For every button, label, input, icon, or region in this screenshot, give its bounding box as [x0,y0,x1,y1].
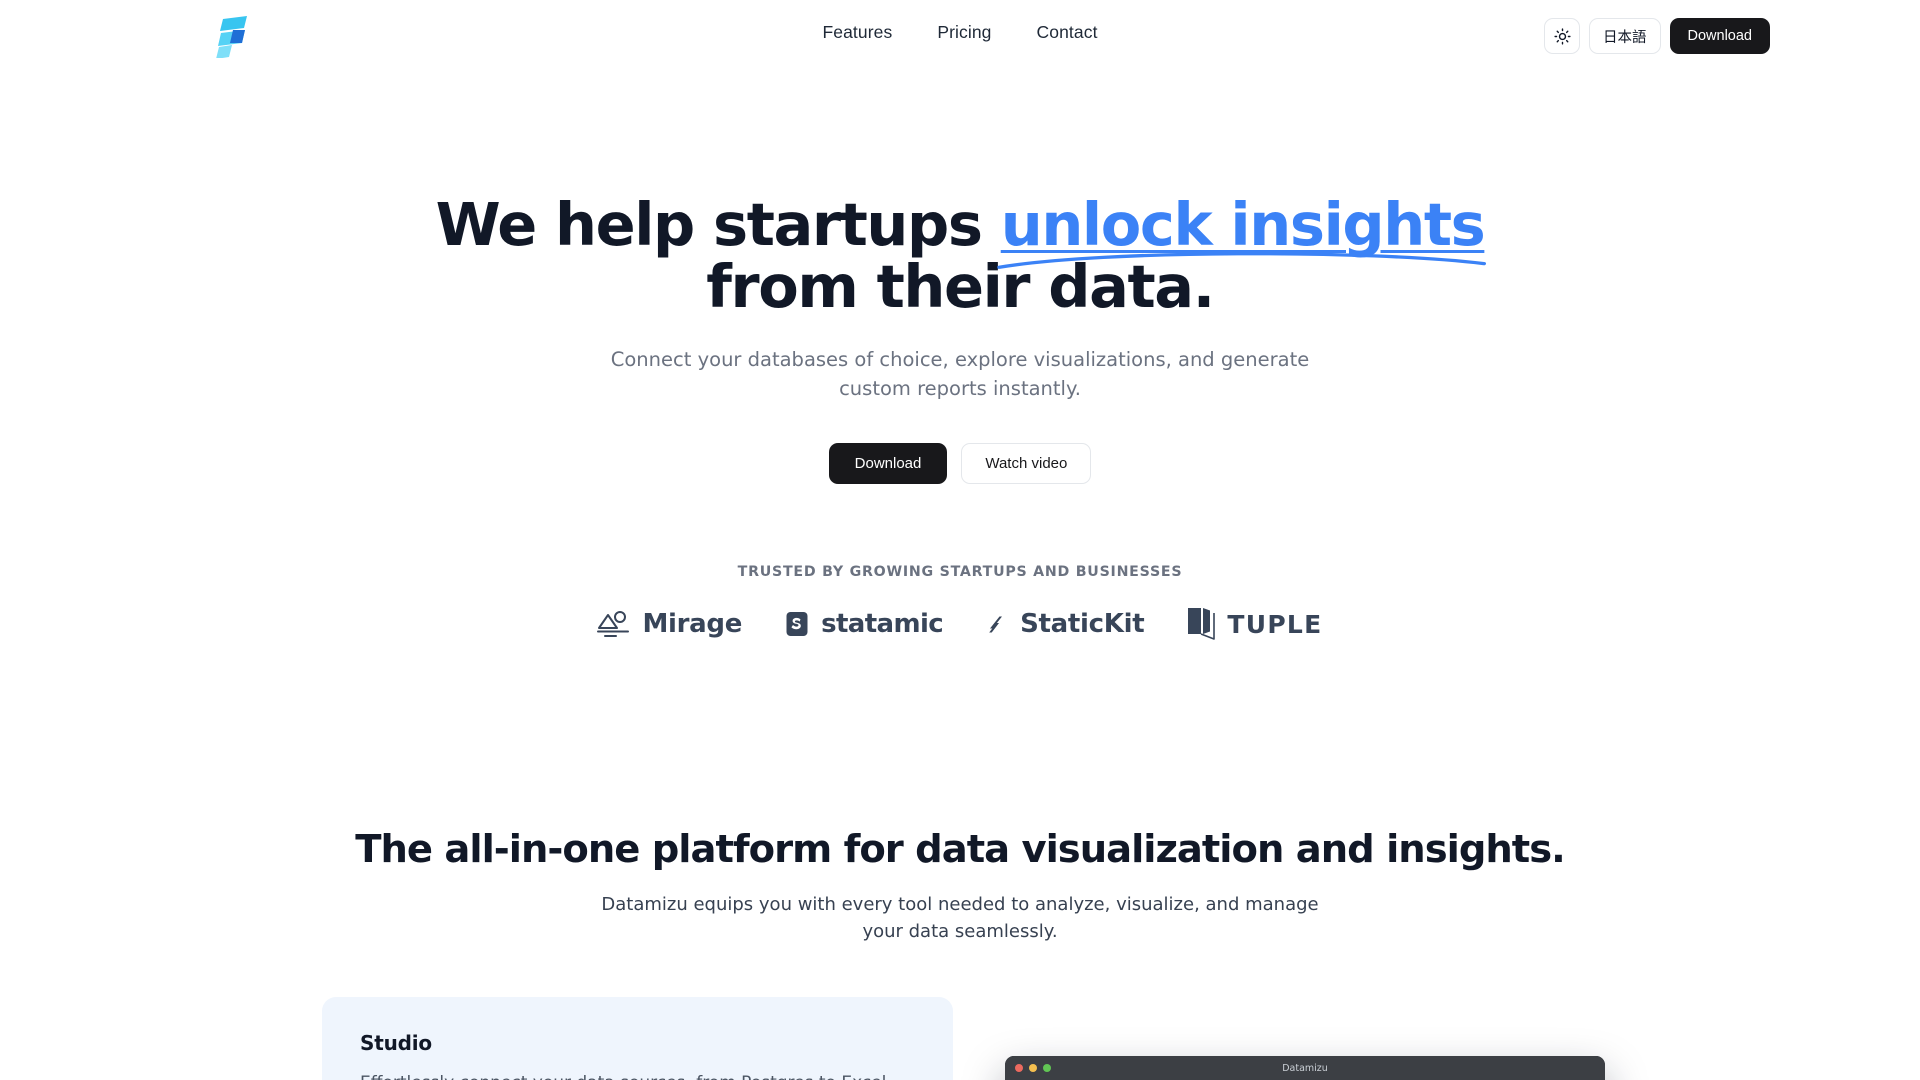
hero-cta-group: Download Watch video [0,443,1920,484]
partner-logo-statamic: statamic [784,609,944,639]
sun-icon [1553,27,1571,45]
hero-headline-highlight-wrap: unlock insights [996,194,1486,269]
partner-logo-row: Mirage statamic StaticKit TUPLE [0,606,1920,642]
trusted-by-label: TRUSTED BY GROWING STARTUPS AND BUSINESS… [737,564,1183,580]
feature-card-description: Effortlessly connect your data sources, … [360,1070,913,1080]
language-switch-button[interactable]: 日本語 [1589,18,1661,54]
app-preview-window-title: Datamizu [1282,1062,1328,1074]
window-traffic-lights [1015,1064,1051,1072]
header-download-button[interactable]: Download [1669,18,1770,54]
partner-logo-statamic-label: statamic [821,609,944,639]
partner-logo-tuple-label: TUPLE [1227,609,1323,639]
features-title: The all-in-one platform for data visuali… [355,827,1566,872]
datamizu-logo[interactable] [213,14,255,59]
nav-link-features[interactable]: Features [822,22,892,43]
hero-watch-video-button[interactable]: Watch video [961,443,1092,484]
showcase-section: Studio Effortlessly connect your data so… [0,997,1920,1080]
app-preview-titlebar: Datamizu [1005,1056,1605,1080]
partner-logo-tuple: TUPLE [1186,606,1322,642]
mountain-sun-icon [597,611,630,637]
statickit-slashes-icon [989,616,1003,633]
features-subtitle: Datamizu equips you with every tool need… [601,894,1319,942]
tuple-door-icon [1188,608,1216,640]
partner-logo-statickit-label: StaticKit [1020,609,1145,639]
app-preview-window: Datamizu [1005,1056,1605,1080]
trusted-by-section: TRUSTED BY GROWING STARTUPS AND BUSINESS… [0,564,1920,642]
window-maximize-icon[interactable] [1043,1064,1051,1072]
hero-section: We help startups unlock insights from th… [0,72,1920,642]
primary-nav: Features Pricing Contact [822,22,1097,43]
nav-link-contact[interactable]: Contact [1037,22,1098,43]
hero-headline-highlight: unlock insights [1000,190,1486,259]
hero-download-button[interactable]: Download [828,443,948,484]
window-minimize-icon[interactable] [1029,1064,1037,1072]
statamic-s-icon [786,612,808,636]
partner-logo-mirage: Mirage [597,609,742,639]
partner-logo-mirage-label: Mirage [642,609,743,639]
hero-subtitle: Connect your databases of choice, explor… [610,348,1310,400]
feature-card-title: Studio [360,1031,432,1055]
header-actions: 日本語 Download [1544,18,1770,54]
datamizu-logo-icon [216,16,247,59]
window-close-icon[interactable] [1015,1064,1023,1072]
nav-link-pricing[interactable]: Pricing [937,22,991,43]
feature-card-studio[interactable]: Studio Effortlessly connect your data so… [322,997,953,1080]
theme-toggle-button[interactable] [1544,18,1580,54]
site-header: Features Pricing Contact 日本語 Download [0,0,1920,72]
hero-headline-lead: We help startups [435,190,1001,259]
hero-headline: We help startups unlock insights from th… [370,194,1550,318]
partner-logo-statickit: StaticKit [985,609,1145,639]
features-section: The all-in-one platform for data visuali… [0,827,1920,945]
